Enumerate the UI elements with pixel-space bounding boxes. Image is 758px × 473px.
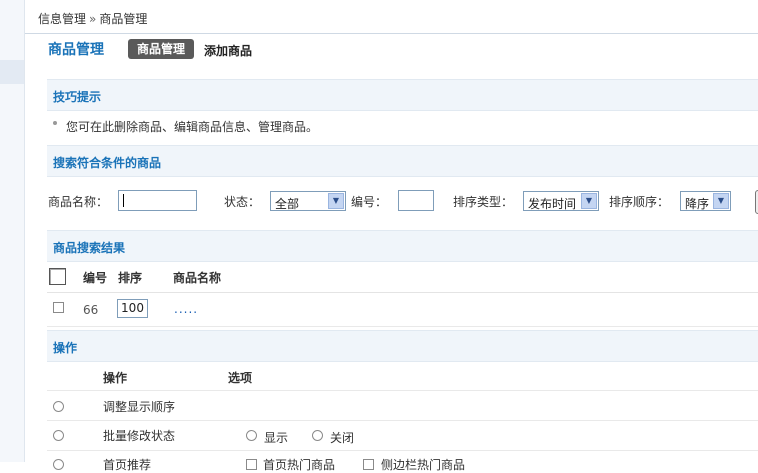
row-id: 66 bbox=[83, 303, 99, 317]
sort-order-select[interactable]: 降序 ▼ bbox=[680, 191, 731, 211]
col-sort-header: 排序 bbox=[118, 271, 143, 285]
results-section-header: 商品搜索结果 bbox=[47, 230, 758, 262]
ops-col-option-header: 选项 bbox=[228, 371, 253, 385]
id-input[interactable] bbox=[398, 190, 434, 211]
breadcrumb-item-goods: 商品管理 bbox=[99, 12, 148, 26]
status-label: 状态： bbox=[224, 195, 261, 209]
id-label: 编号： bbox=[351, 195, 388, 209]
dropdown-arrow-icon[interactable]: ▼ bbox=[713, 193, 729, 209]
sort-type-label: 排序类型： bbox=[453, 195, 514, 209]
row-sort-input[interactable]: 100 bbox=[117, 299, 148, 318]
sidebar-hot-checkbox[interactable] bbox=[363, 459, 374, 470]
op-label-reorder: 调整显示顺序 bbox=[103, 400, 176, 414]
row-checkbox[interactable] bbox=[53, 302, 64, 313]
status-close-radio[interactable] bbox=[312, 430, 323, 441]
sort-order-label: 排序顺序： bbox=[609, 195, 670, 209]
row-divider bbox=[47, 326, 758, 327]
op-radio-home-recommend[interactable] bbox=[53, 459, 64, 470]
search-section-header: 搜索符合条件的商品 bbox=[47, 145, 758, 177]
text-cursor bbox=[123, 194, 124, 207]
breadcrumb-separator: » bbox=[89, 12, 97, 26]
home-hot-checkbox[interactable] bbox=[246, 459, 257, 470]
dropdown-arrow-icon[interactable]: ▼ bbox=[328, 193, 344, 209]
ops-col-op-header: 操作 bbox=[103, 371, 128, 385]
sort-order-select-value: 降序 bbox=[685, 197, 710, 211]
select-all-checkbox[interactable] bbox=[49, 268, 66, 285]
goods-name-label: 商品名称： bbox=[48, 195, 109, 209]
status-show-label: 显示 bbox=[264, 431, 289, 445]
col-name-header: 商品名称 bbox=[173, 271, 222, 285]
tips-text: 您可在此删除商品、编辑商品信息、管理商品。 bbox=[66, 120, 319, 134]
op-radio-batch-status[interactable] bbox=[53, 430, 64, 441]
results-header-label: 商品搜索结果 bbox=[53, 241, 126, 255]
search-header-label: 搜索符合条件的商品 bbox=[53, 156, 162, 170]
tips-section-header: 技巧提示 bbox=[47, 79, 758, 111]
ops-section-header: 操作 bbox=[47, 330, 758, 362]
col-id-header: 编号 bbox=[83, 271, 108, 285]
bullet-icon bbox=[53, 121, 57, 125]
status-show-radio[interactable] bbox=[246, 430, 257, 441]
tab-goods-manage[interactable]: 商品管理 bbox=[128, 39, 194, 59]
status-close-label: 关闭 bbox=[330, 431, 355, 445]
status-select[interactable]: 全部 ▼ bbox=[270, 191, 346, 211]
ops-header-label: 操作 bbox=[53, 341, 78, 355]
page-title: 商品管理 bbox=[48, 42, 104, 58]
row-goods-name-link[interactable]: ..... bbox=[174, 302, 198, 316]
sidebar-hot-label: 侧边栏热门商品 bbox=[381, 458, 466, 472]
sidebar-selected-item[interactable] bbox=[0, 60, 24, 84]
left-sidebar-strip bbox=[0, 0, 25, 462]
tab-add-goods[interactable]: 添加商品 bbox=[204, 42, 252, 59]
goods-name-input[interactable] bbox=[118, 190, 197, 211]
status-select-value: 全部 bbox=[275, 197, 300, 211]
breadcrumb: 信息管理» 商品管理 bbox=[38, 10, 147, 27]
breadcrumb-item-info[interactable]: 信息管理 bbox=[38, 12, 86, 26]
row-divider bbox=[47, 390, 758, 391]
dropdown-arrow-icon[interactable]: ▼ bbox=[581, 193, 597, 209]
op-label-home-recommend: 首页推荐 bbox=[103, 458, 152, 472]
home-hot-label: 首页热门商品 bbox=[263, 458, 336, 472]
sort-type-select-value: 发布时间 bbox=[528, 197, 577, 211]
sort-type-select[interactable]: 发布时间 ▼ bbox=[523, 191, 599, 211]
tips-header-label: 技巧提示 bbox=[53, 90, 102, 104]
row-divider bbox=[47, 420, 758, 421]
op-radio-reorder[interactable] bbox=[53, 401, 64, 412]
row-divider bbox=[47, 450, 758, 451]
op-label-batch-status: 批量修改状态 bbox=[103, 429, 176, 443]
results-table-header bbox=[47, 263, 758, 293]
